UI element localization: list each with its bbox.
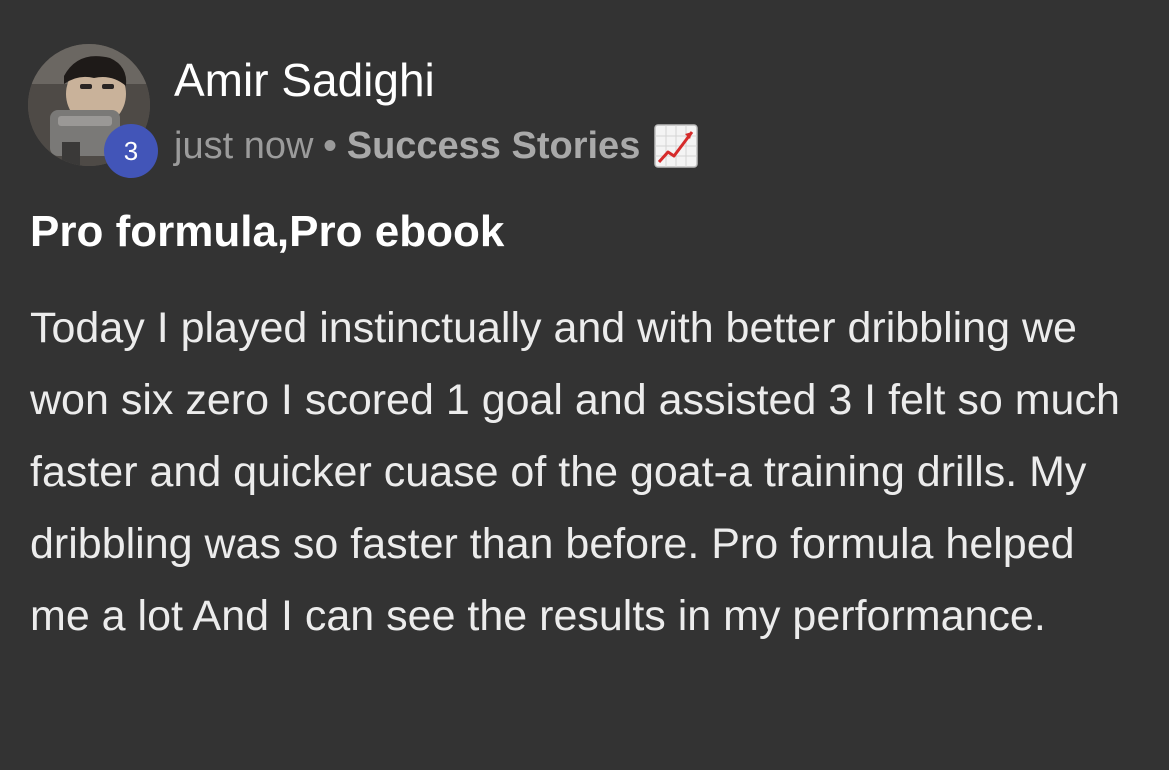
post-timestamp: just now	[174, 124, 314, 167]
post-title[interactable]: Pro formula,Pro ebook	[30, 204, 504, 260]
meta-separator: •	[323, 124, 337, 167]
author-name[interactable]: Amir Sadighi	[174, 52, 435, 108]
level-badge: 3	[104, 124, 158, 178]
author-avatar-group[interactable]: 3	[28, 44, 158, 178]
post-card: 3 Amir Sadighi just now • Success Storie…	[0, 0, 1169, 770]
post-meta: just now • Success Stories	[174, 120, 699, 172]
chart-increasing-icon	[654, 124, 699, 168]
post-body: Today I played instinctually and with be…	[30, 304, 1120, 640]
category-link[interactable]: Success Stories	[347, 125, 641, 168]
